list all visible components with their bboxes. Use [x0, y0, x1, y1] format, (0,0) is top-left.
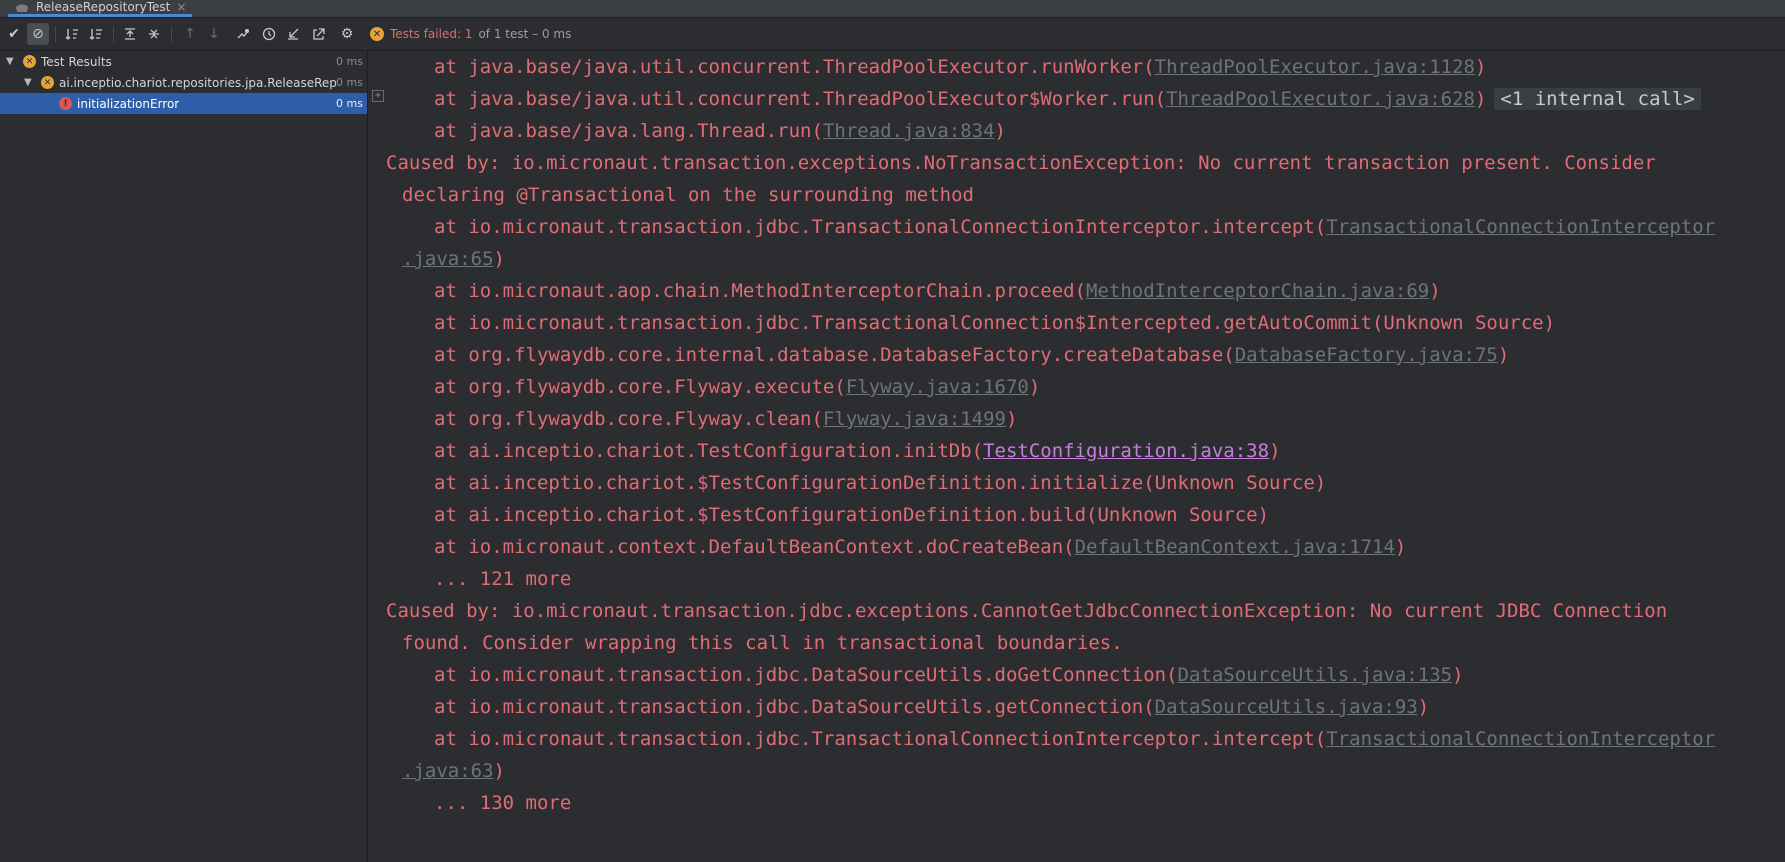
arrow-up-icon: ↑ [184, 26, 196, 42]
stack-line: at io.micronaut.transaction.jdbc.Transac… [434, 312, 1556, 334]
internal-calls-folded[interactable]: <1 internal call> [1494, 88, 1701, 110]
source-link[interactable]: TestConfiguration.java:38 [983, 440, 1269, 462]
show-passed-button[interactable]: ✔ [3, 23, 25, 45]
collapse-all-button[interactable] [143, 23, 165, 45]
source-link[interactable]: Thread.java:834 [823, 120, 995, 142]
export-tests-button[interactable] [308, 23, 330, 45]
console-output[interactable]: + at java.base/java.util.concurrent.Thre… [368, 51, 1785, 862]
caused-by-line: Caused by: io.micronaut.transaction.jdbc… [386, 600, 1668, 622]
stack-line-continued: .java:65) [402, 248, 505, 270]
gear-icon: ⚙ [340, 26, 354, 42]
tab-release-repository-test[interactable]: ReleaseRepositoryTest × [8, 0, 193, 17]
sort-alphabetically-button[interactable] [61, 23, 83, 45]
more-frames-line: ... 130 more [434, 792, 572, 814]
source-link[interactable]: TransactionalConnectionInterceptor [1326, 728, 1715, 750]
sort-duration-icon [89, 29, 102, 40]
chevron-down-icon[interactable]: ▼ [24, 77, 32, 88]
auto-rerun-icon [237, 29, 249, 39]
tree-row-time: 0 ms [336, 76, 363, 89]
more-frames-line: ... 121 more [434, 568, 572, 590]
import-tests-button[interactable] [282, 23, 304, 45]
tab-title: ReleaseRepositoryTest [36, 0, 171, 14]
expand-all-icon [125, 28, 135, 40]
stack-line: at ai.inceptio.chariot.$TestConfiguratio… [434, 472, 1327, 494]
stack-line: at ai.inceptio.chariot.$TestConfiguratio… [434, 504, 1270, 526]
history-icon [262, 27, 276, 41]
stack-line: at io.micronaut.transaction.jdbc.Transac… [434, 216, 1716, 238]
test-status: ✕ Tests failed: 1 of 1 test – 0 ms [370, 18, 571, 50]
export-icon [313, 28, 325, 40]
source-link[interactable]: .java:63 [402, 760, 494, 782]
source-link[interactable]: Flyway.java:1499 [823, 408, 1006, 430]
tree-row-test-results[interactable]: ▼ ✕ Test Results 0 ms [0, 51, 367, 72]
stack-line: at io.micronaut.transaction.jdbc.Transac… [434, 728, 1716, 750]
rerun-automatically-button[interactable] [232, 23, 254, 45]
source-link[interactable]: TransactionalConnectionInterceptor [1326, 216, 1715, 238]
test-history-button[interactable] [258, 23, 280, 45]
toolbar-separator [113, 26, 114, 42]
import-icon [288, 28, 299, 40]
stack-line: at org.flywaydb.core.Flyway.clean(Flyway… [434, 408, 1018, 430]
caused-by-line: Caused by: io.micronaut.transaction.exce… [386, 152, 1656, 174]
source-link[interactable]: DataSourceUtils.java:135 [1178, 664, 1453, 686]
tree-row-label: Test Results [41, 54, 112, 69]
tree-row-test-class[interactable]: ▼ ✕ ai.inceptio.chariot.repositories.jpa… [0, 72, 367, 93]
close-icon[interactable]: × [176, 0, 186, 14]
test-toolbar: ✔ ⊘ ↑ ↓ ⚙ ✕ Tests failed: 1 of 1 test – … [0, 18, 1785, 51]
sort-alpha-icon [65, 29, 78, 40]
toolbar-separator [55, 26, 56, 42]
tree-row-label: ai.inceptio.chariot.repositories.jpa.Rel… [59, 75, 336, 90]
arrow-down-icon: ↓ [208, 26, 220, 42]
ignored-icon: ⊘ [32, 26, 44, 42]
run-config-icon [14, 2, 30, 12]
stack-line: at java.base/java.lang.Thread.run(Thread… [434, 120, 1006, 142]
source-link[interactable]: ThreadPoolExecutor.java:628 [1166, 88, 1475, 110]
stack-line-continued: .java:63) [402, 760, 505, 782]
previous-failed-test-button[interactable]: ↑ [179, 23, 201, 45]
tests-count-text: of 1 test – 0 ms [478, 27, 572, 41]
failed-icon: ✕ [41, 76, 54, 89]
source-link[interactable]: ThreadPoolExecutor.java:1128 [1155, 56, 1475, 78]
source-link[interactable]: MethodInterceptorChain.java:69 [1086, 280, 1429, 302]
collapse-all-icon [149, 29, 159, 39]
stack-line: at java.base/java.util.concurrent.Thread… [434, 83, 1701, 115]
tab-bar: ReleaseRepositoryTest × [0, 0, 1785, 18]
source-link[interactable]: DatabaseFactory.java:75 [1235, 344, 1498, 366]
tab-active-indicator [8, 14, 193, 17]
sort-by-duration-button[interactable] [85, 23, 107, 45]
caused-by-line-continued: declaring @Transactional on the surround… [402, 184, 974, 206]
stack-line: at ai.inceptio.chariot.TestConfiguration… [434, 440, 1281, 462]
checkmark-icon: ✔ [8, 26, 20, 42]
tree-row-time: 0 ms [336, 55, 363, 68]
show-ignored-button[interactable]: ⊘ [27, 23, 49, 45]
expand-all-button[interactable] [119, 23, 141, 45]
source-link[interactable]: Flyway.java:1670 [846, 376, 1029, 398]
tree-row-time: 0 ms [336, 97, 363, 110]
caused-by-line-continued: found. Consider wrapping this call in tr… [402, 632, 1123, 654]
source-link[interactable]: DataSourceUtils.java:93 [1155, 696, 1418, 718]
stack-line: at org.flywaydb.core.internal.database.D… [434, 344, 1510, 366]
error-icon: ! [59, 97, 72, 110]
fold-expand-icon[interactable]: + [372, 90, 384, 102]
stack-line: at io.micronaut.transaction.jdbc.DataSou… [434, 664, 1464, 686]
tests-failed-text: Tests failed: 1 [390, 27, 473, 41]
tree-row-initialization-error[interactable]: ! initializationError 0 ms [0, 93, 367, 114]
stack-line: at io.micronaut.aop.chain.MethodIntercep… [434, 280, 1441, 302]
stack-line: at io.micronaut.context.DefaultBeanConte… [434, 536, 1407, 558]
next-failed-test-button[interactable]: ↓ [203, 23, 225, 45]
toolbar-separator [171, 26, 172, 42]
tree-row-label: initializationError [77, 96, 180, 111]
chevron-down-icon[interactable]: ▼ [6, 56, 14, 67]
failed-icon: ✕ [23, 55, 36, 68]
stack-line: at org.flywaydb.core.Flyway.execute(Flyw… [434, 376, 1041, 398]
stack-line: at java.base/java.util.concurrent.Thread… [434, 56, 1487, 78]
source-link[interactable]: .java:65 [402, 248, 494, 270]
stack-line: at io.micronaut.transaction.jdbc.DataSou… [434, 696, 1430, 718]
test-results-tree: ▼ ✕ Test Results 0 ms ▼ ✕ ai.inceptio.ch… [0, 51, 368, 862]
settings-button[interactable]: ⚙ [336, 23, 358, 45]
source-link[interactable]: DefaultBeanContext.java:1714 [1075, 536, 1395, 558]
failed-status-icon: ✕ [370, 27, 384, 41]
